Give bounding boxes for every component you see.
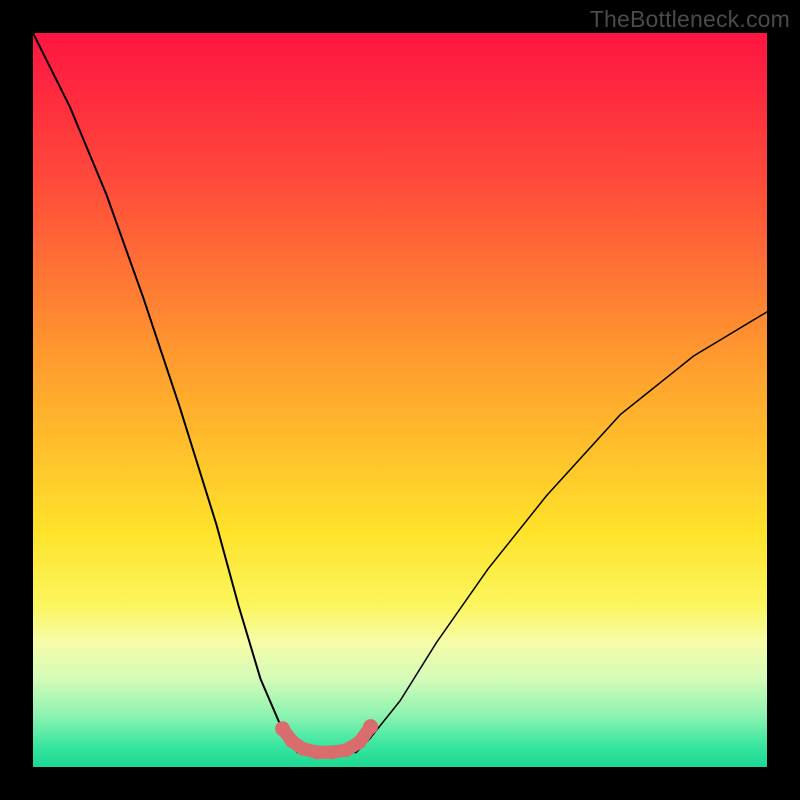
trough-dot xyxy=(310,745,324,759)
trough-dot xyxy=(295,742,309,756)
trough-dot xyxy=(353,735,367,749)
bottleneck-curve-left xyxy=(33,33,371,752)
trough-dot xyxy=(275,721,290,736)
chart-frame: TheBottleneck.com xyxy=(0,0,800,800)
bottleneck-curve-right xyxy=(371,312,767,738)
trough-dots xyxy=(275,719,378,759)
trough-dot xyxy=(339,743,353,757)
watermark-text: TheBottleneck.com xyxy=(590,6,790,33)
curve-layer xyxy=(33,33,767,767)
trough-dot xyxy=(325,745,339,759)
trough-dot xyxy=(363,719,378,734)
